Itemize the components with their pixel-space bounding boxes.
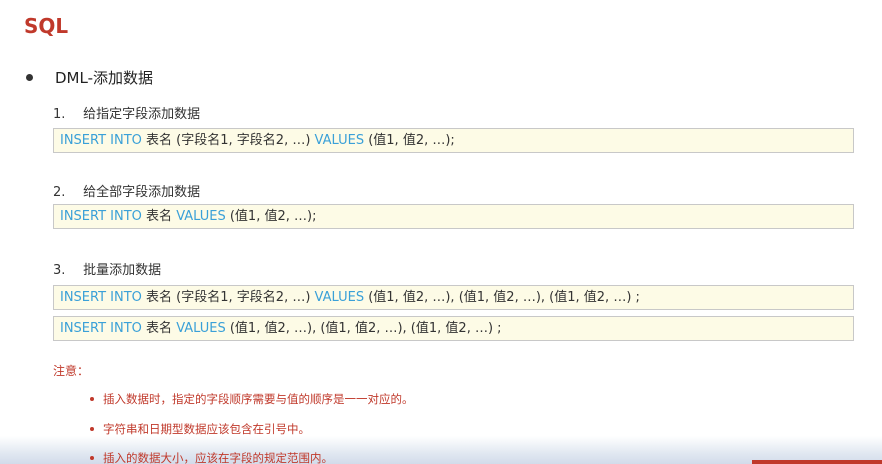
bullet-icon bbox=[26, 74, 33, 81]
subsection-number: 2. bbox=[53, 185, 66, 200]
slide: SQL DML-添加数据 1. 给指定字段添加数据 INSERT INTO 表名… bbox=[0, 0, 882, 464]
subsection-label: 给指定字段添加数据 bbox=[83, 107, 201, 122]
keyword-values: VALUES bbox=[314, 290, 365, 305]
note-text: 字符串和日期型数据应该包含在引号中。 bbox=[103, 422, 310, 436]
subsection-number: 3. bbox=[53, 263, 66, 278]
code-line-3: INSERT INTO 表名 (字段名1, 字段名2, …) VALUES (值… bbox=[53, 285, 854, 310]
bullet-icon bbox=[90, 397, 94, 401]
subsection-label: 批量添加数据 bbox=[83, 263, 162, 278]
keyword-values: VALUES bbox=[314, 133, 365, 148]
note-item: 字符串和日期型数据应该包含在引号中。 bbox=[90, 421, 310, 437]
notes-heading: 注意： bbox=[53, 364, 90, 378]
section-label: DML-添加数据 bbox=[55, 69, 153, 87]
note-text: 插入的数据大小，应该在字段的规定范围内。 bbox=[103, 451, 333, 464]
keyword-insert: INSERT INTO bbox=[60, 290, 142, 305]
keyword-insert: INSERT INTO bbox=[60, 209, 142, 224]
note-item: 插入的数据大小，应该在字段的规定范围内。 bbox=[90, 450, 333, 464]
subsection-2: 2. 给全部字段添加数据 bbox=[53, 181, 200, 200]
page-title: SQL bbox=[24, 14, 69, 38]
code-line-1: INSERT INTO 表名 (字段名1, 字段名2, …) VALUES (值… bbox=[53, 128, 854, 153]
code-text: 表名 bbox=[141, 321, 177, 336]
section-heading: DML-添加数据 bbox=[26, 67, 153, 88]
code-text: (值1, 值2, …); bbox=[225, 209, 317, 224]
keyword-values: VALUES bbox=[176, 209, 226, 224]
code-text: 表名 (字段名1, 字段名2, …) bbox=[141, 133, 315, 148]
code-text: (值1, 值2, …), (值1, 值2, …), (值1, 值2, …) ; bbox=[364, 290, 640, 305]
subsection-1: 1. 给指定字段添加数据 bbox=[53, 103, 200, 122]
bullet-icon bbox=[90, 456, 94, 460]
code-line-2: INSERT INTO 表名 VALUES (值1, 值2, …); bbox=[53, 204, 854, 229]
keyword-insert: INSERT INTO bbox=[60, 133, 142, 148]
code-text: (值1, 值2, …), (值1, 值2, …), (值1, 值2, …) ; bbox=[225, 321, 502, 336]
corner-accent bbox=[752, 460, 882, 464]
code-line-4: INSERT INTO 表名 VALUES (值1, 值2, …), (值1, … bbox=[53, 316, 854, 341]
bullet-icon bbox=[90, 427, 94, 431]
subsection-number: 1. bbox=[53, 107, 66, 122]
subsection-3: 3. 批量添加数据 bbox=[53, 259, 161, 278]
code-text: 表名 bbox=[141, 209, 177, 224]
code-text: 表名 (字段名1, 字段名2, …) bbox=[141, 290, 315, 305]
subsection-label: 给全部字段添加数据 bbox=[83, 185, 201, 200]
keyword-insert: INSERT INTO bbox=[60, 321, 142, 336]
keyword-values: VALUES bbox=[176, 321, 226, 336]
note-item: 插入数据时，指定的字段顺序需要与值的顺序是一一对应的。 bbox=[90, 391, 414, 407]
code-text: (值1, 值2, …); bbox=[364, 133, 455, 148]
note-text: 插入数据时，指定的字段顺序需要与值的顺序是一一对应的。 bbox=[103, 392, 414, 406]
